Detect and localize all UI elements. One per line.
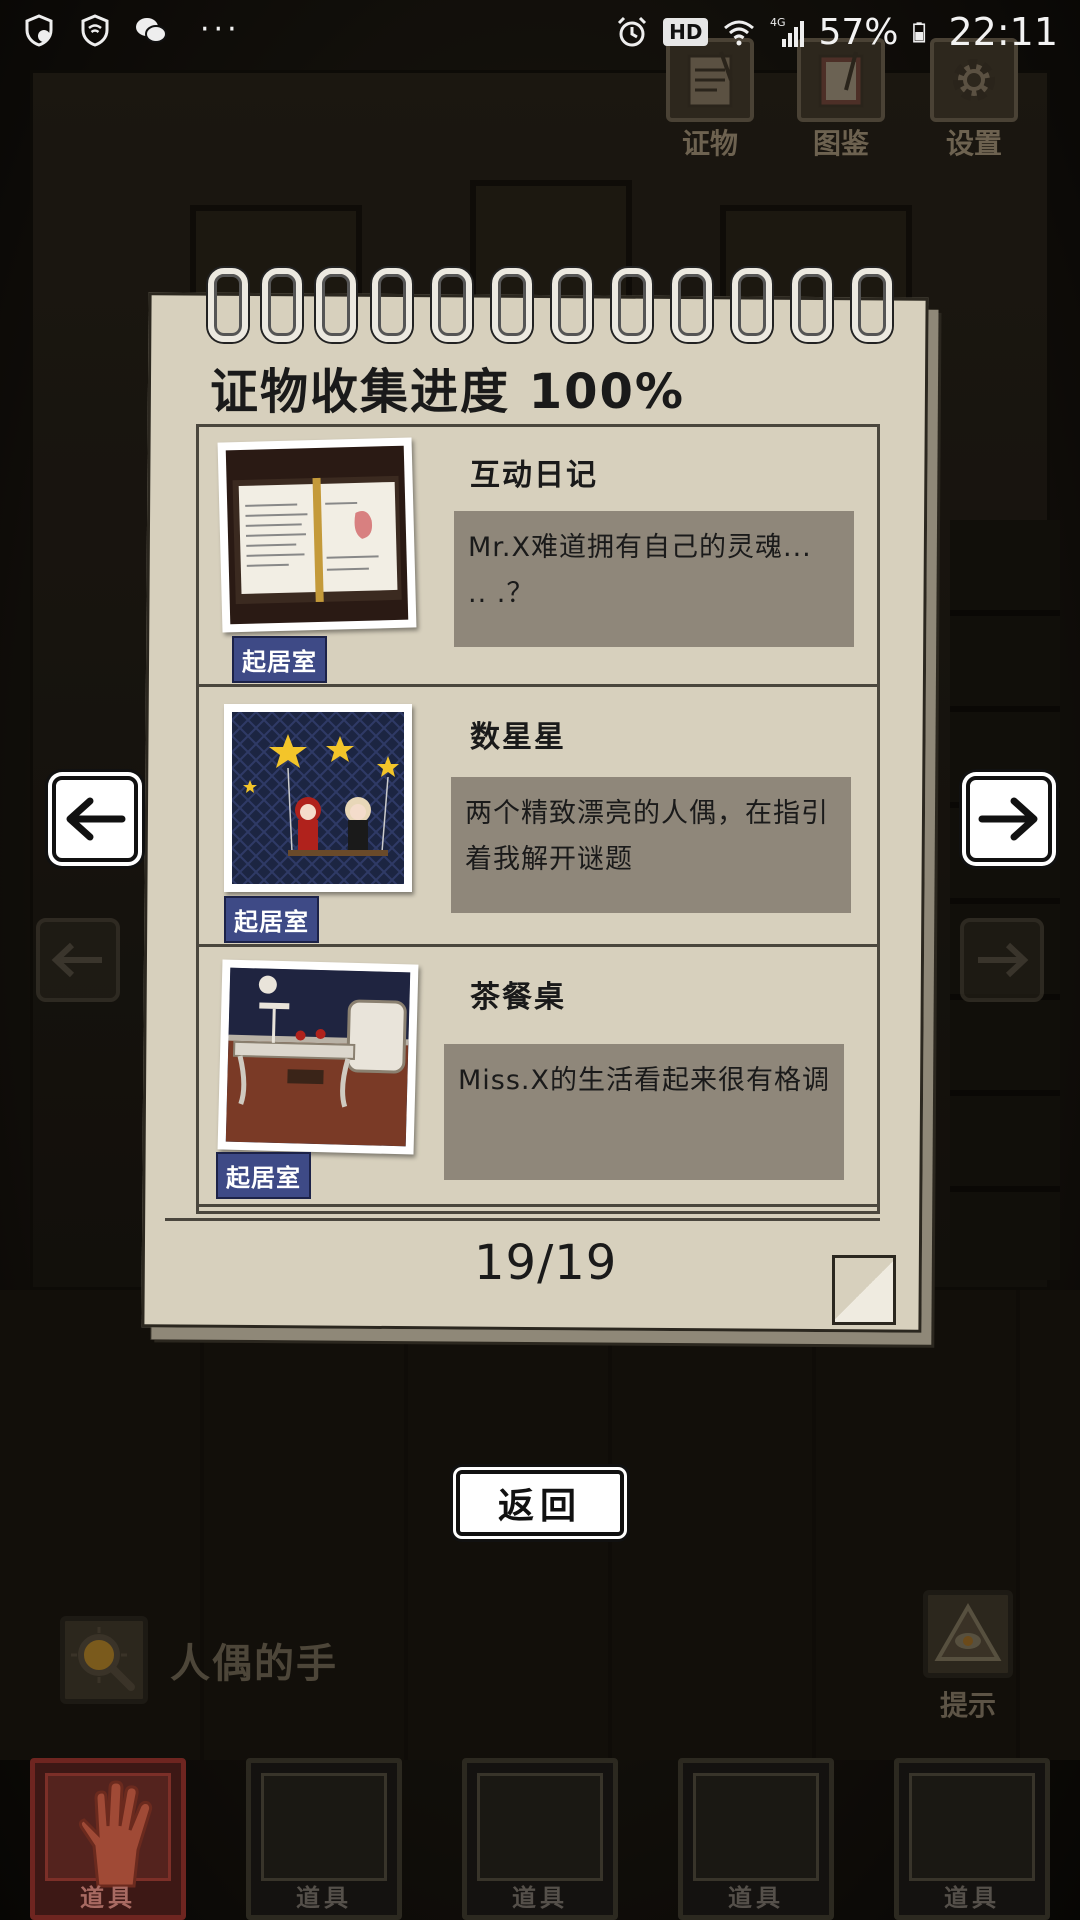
inventory-slot[interactable]: 道具 — [30, 1758, 186, 1920]
evidence-name: 茶餐桌 — [470, 980, 566, 1015]
spiral-ring — [316, 268, 356, 342]
battery-icon — [913, 22, 926, 43]
network-type-label: 4G — [770, 16, 786, 29]
spiral-ring — [208, 268, 248, 342]
inventory-slot[interactable]: 道具 — [246, 1758, 402, 1920]
settings-menu-label: 设置 — [945, 127, 1002, 160]
shield-wifi-icon — [81, 13, 109, 47]
spiral-ring — [672, 268, 712, 342]
shield-check-icon — [25, 13, 53, 47]
previous-page-button[interactable] — [52, 776, 138, 862]
inventory-slot-label: 道具 — [944, 1884, 1000, 1912]
hint-button[interactable]: 提示 — [918, 1590, 1018, 1724]
next-page-button[interactable] — [966, 776, 1052, 862]
encyclopedia-menu-label: 图鉴 — [812, 127, 869, 160]
inventory-slot-frame — [261, 1773, 387, 1881]
evidence-thumbnail — [224, 704, 412, 892]
spiral-ring — [732, 268, 772, 342]
wechat-icon — [136, 17, 167, 43]
inventory-slot-label: 道具 — [728, 1884, 784, 1912]
inventory-slot[interactable]: 道具 — [462, 1758, 618, 1920]
room-tag: 起居室 — [232, 636, 327, 683]
alarm-icon — [618, 16, 647, 47]
evidence-thumbnail — [217, 959, 419, 1155]
spiral-ring — [552, 268, 592, 342]
hint-label: 提示 — [939, 1689, 996, 1722]
spiral-ring — [852, 268, 892, 342]
evidence-thumbnail — [217, 437, 417, 633]
background-right-arrow-icon — [960, 918, 1044, 1002]
magnifier-icon — [60, 1616, 148, 1704]
room-tag: 起居室 — [224, 896, 319, 943]
evidence-name: 数星星 — [470, 720, 566, 755]
current-clue-text: 人偶的手 — [170, 1641, 338, 1687]
evidence-name: 互动日记 — [470, 458, 598, 493]
more-notifications-icon: ··· — [200, 12, 241, 47]
wifi-icon — [724, 20, 755, 46]
inventory-slot-label: 道具 — [80, 1884, 136, 1912]
inventory-slot-label: 道具 — [512, 1884, 568, 1912]
back-button[interactable]: 返回 — [456, 1470, 624, 1536]
inventory-slot-frame — [477, 1773, 603, 1881]
inventory-slot-frame — [45, 1773, 171, 1888]
current-clue-bar: 人偶的手 — [60, 1610, 740, 1710]
background-left-arrow-icon — [36, 918, 120, 1002]
room-tag: 起居室 — [216, 1152, 311, 1199]
status-bar: ··· HD 4G 57% 22:11 — [0, 0, 1080, 64]
spiral-ring — [612, 268, 652, 342]
inventory-slot[interactable]: 道具 — [678, 1758, 834, 1920]
arrow-right-icon — [978, 797, 1038, 841]
spiral-ring — [492, 268, 532, 342]
page-counter: 19/19 — [474, 1235, 618, 1291]
page-curl-corner — [832, 1255, 896, 1325]
evidence-description: Miss.X的生活看起来很有格调 — [444, 1044, 844, 1180]
open-diary-image — [225, 445, 409, 625]
spiral-ring — [372, 268, 412, 342]
evidence-menu-label: 证物 — [681, 127, 738, 160]
arrow-left-icon — [66, 797, 126, 841]
hd-badge: HD — [663, 18, 709, 46]
all-seeing-eye-icon — [923, 1590, 1013, 1678]
spiral-ring — [432, 268, 472, 342]
inventory-slot[interactable]: 道具 — [894, 1758, 1050, 1920]
doll-hand-icon — [78, 1780, 153, 1888]
evidence-description: Mr.X难道拥有自己的灵魂... .. .？ — [454, 511, 854, 647]
inventory-slot-frame — [693, 1773, 819, 1881]
dolls-on-swing-with-stars-image — [232, 712, 404, 884]
spiral-ring — [262, 268, 302, 342]
battery-percent: 57% — [818, 11, 899, 53]
tea-table-room-image — [225, 967, 411, 1147]
divider — [165, 1218, 880, 1221]
evidence-progress-title: 证物收集进度 100% — [210, 364, 686, 420]
spiral-ring — [792, 268, 832, 342]
inventory-slot-frame — [909, 1773, 1035, 1881]
inventory-slot-label: 道具 — [296, 1884, 352, 1912]
cellular-signal-icon: 4G — [770, 16, 805, 47]
evidence-description: 两个精致漂亮的人偶，在指引着我解开谜题 — [451, 777, 851, 913]
clock: 22:11 — [948, 10, 1058, 54]
